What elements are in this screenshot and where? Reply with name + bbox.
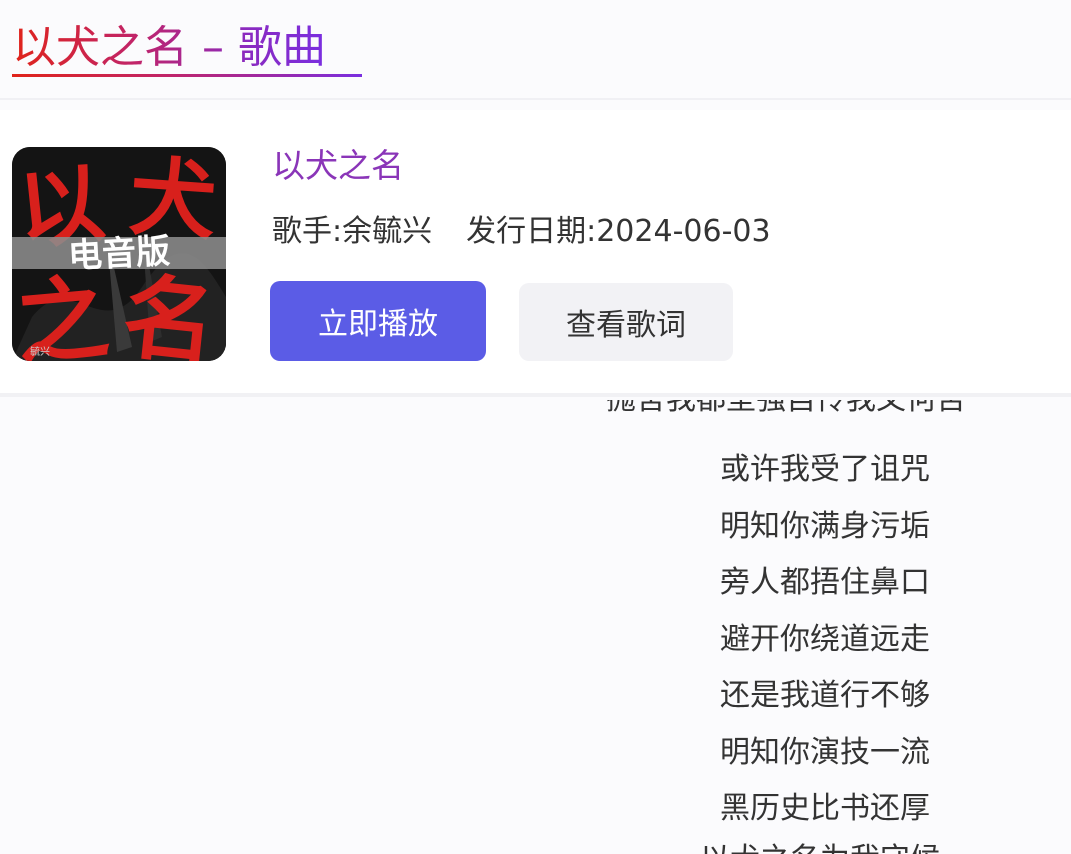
lyric-line-partial-text: 抛舍我都坚强自怜我又何苦 [606, 400, 966, 417]
title-underline [12, 74, 362, 77]
release-date: 发行日期:2024-06-03 [466, 214, 771, 249]
lyric-line: 或许我受了诅咒 [720, 452, 930, 487]
lyric-line-partial: 以犬之名为我守候 [700, 838, 940, 854]
view-lyrics-button[interactable]: 查看歌词 [519, 283, 733, 361]
page: 以犬之名 – 歌曲 以 犬 之 名 电音版 毓兴 以犬之名 歌手:余毓兴 发行日期… [0, 0, 1071, 854]
song-meta: 歌手:余毓兴 发行日期:2024-06-03 [272, 210, 771, 254]
card-divider [0, 393, 1071, 397]
song-name[interactable]: 以犬之名 [272, 144, 404, 188]
lyrics-list: 或许我受了诅咒 明知你满身污垢 旁人都捂住鼻口 避开你绕道远走 还是我道行不够 … [720, 442, 930, 838]
cover-char: 之 [12, 263, 113, 361]
lyric-line: 避开你绕道远走 [720, 621, 930, 657]
cover-banner-text: 电音版 [67, 231, 171, 276]
lyric-line: 还是我道行不够 [720, 678, 930, 713]
lyric-line: 黑历史比书还厚 [720, 791, 930, 826]
lyric-line: 明知你满身污垢 [720, 508, 930, 544]
play-now-button[interactable]: 立即播放 [270, 281, 486, 361]
page-title[interactable]: 以犬之名 – 歌曲 [12, 20, 326, 76]
lyric-line: 明知你演技一流 [720, 734, 930, 770]
cover-char: 名 [118, 262, 221, 361]
album-cover-art: 以 犬 之 名 电音版 毓兴 [12, 147, 226, 361]
lyric-line: 旁人都捂住鼻口 [720, 565, 930, 600]
cover-small-text: 毓兴 [30, 345, 50, 358]
divider [0, 98, 1071, 100]
album-cover[interactable]: 以 犬 之 名 电音版 毓兴 [12, 147, 226, 361]
artist-info: 歌手:余毓兴 [272, 214, 433, 249]
lyric-line-partial: 抛舍我都坚强自怜我又何苦 [606, 400, 966, 430]
